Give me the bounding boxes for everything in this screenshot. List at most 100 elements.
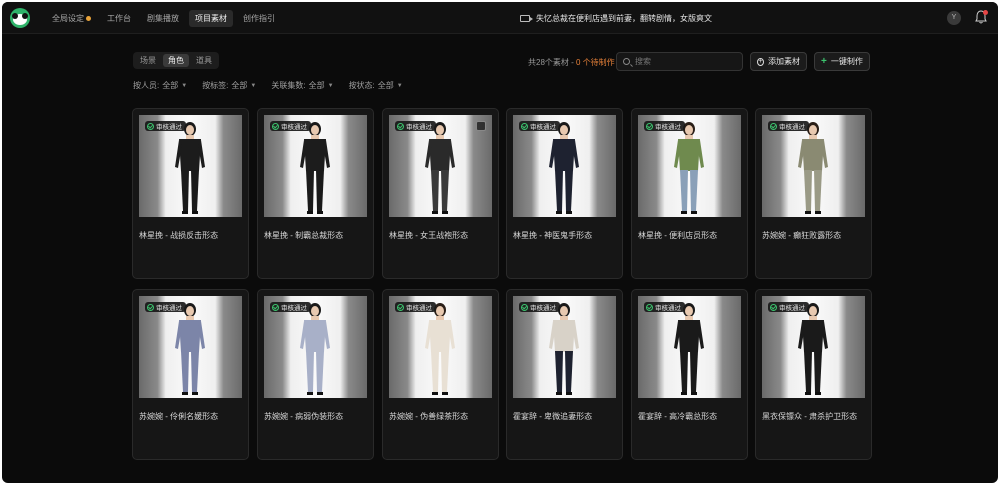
asset-card-title: 黑衣保镖众 - 肃杀护卫形态 xyxy=(762,412,858,421)
filter-person[interactable]: 按人员: 全部 ▼ xyxy=(133,80,187,91)
approved-badge-label: 审核通过 xyxy=(530,124,556,131)
approved-badge: 审核通过 xyxy=(270,302,311,312)
approved-badge: 审核通过 xyxy=(395,121,436,131)
asset-card-title: 苏婉婉 - 伪善绿茶形态 xyxy=(389,412,469,421)
tab-prop[interactable]: 道具 xyxy=(191,54,217,67)
asset-card[interactable]: 审核通过苏婉婉 - 伶俐名媛形态 xyxy=(132,289,249,460)
card-options-icon[interactable] xyxy=(476,121,486,131)
approved-badge: 审核通过 xyxy=(519,302,560,312)
approved-badge-label: 审核通过 xyxy=(156,124,182,131)
approved-badge-label: 审核通过 xyxy=(655,124,681,131)
asset-card[interactable]: 审核通过霍宴辞 - 高冷霸总形态 xyxy=(631,289,748,460)
notification-dot xyxy=(983,10,988,15)
approved-badge: 审核通过 xyxy=(644,121,685,131)
plus-circle-icon: + xyxy=(757,57,764,66)
asset-card-title: 林星挽 - 制霸总裁形态 xyxy=(264,231,344,240)
filter-bar: 按人员: 全部 ▼ 按标签: 全部 ▼ 关联集数: 全部 ▼ 按状态: 全部 ▼ xyxy=(133,80,403,91)
add-asset-button[interactable]: + 添加素材 xyxy=(750,52,807,71)
filter-episode[interactable]: 关联集数: 全部 ▼ xyxy=(271,80,333,91)
search-icon xyxy=(623,58,630,65)
approved-badge: 审核通过 xyxy=(768,121,809,131)
asset-card[interactable]: 审核通过霍宴辞 - 卑微追妻形态 xyxy=(506,289,623,460)
approved-badge-label: 审核通过 xyxy=(281,305,307,312)
app-logo-icon[interactable] xyxy=(10,8,30,28)
chevron-down-icon: ▼ xyxy=(250,82,257,89)
video-icon xyxy=(520,14,533,22)
asset-card-title: 林星挽 - 神医鬼手形态 xyxy=(513,231,593,240)
approved-badge: 审核通过 xyxy=(519,121,560,131)
character-thumbnail: 审核通过 xyxy=(513,115,616,217)
tab-character[interactable]: 角色 xyxy=(163,54,189,67)
tab-scene[interactable]: 场景 xyxy=(135,54,161,67)
approved-badge: 审核通过 xyxy=(395,302,436,312)
search-input[interactable] xyxy=(635,57,735,66)
one-click-make-button[interactable]: + 一键制作 xyxy=(814,52,870,71)
check-circle-icon xyxy=(272,303,279,311)
approved-badge-label: 审核通过 xyxy=(779,124,805,131)
asset-card-title: 霍宴辞 - 卑微追妻形态 xyxy=(513,412,593,421)
character-thumbnail: 审核通过 xyxy=(139,296,242,398)
chevron-down-icon: ▼ xyxy=(396,82,403,89)
character-thumbnail: 审核通过 xyxy=(762,296,865,398)
nav-item-workbench[interactable]: 工作台 xyxy=(101,10,137,27)
asset-card[interactable]: 审核通过林星挽 - 战损反击形态 xyxy=(132,108,249,279)
asset-card[interactable]: 审核通过林星挽 - 制霸总裁形态 xyxy=(257,108,374,279)
check-circle-icon xyxy=(147,303,154,311)
episode-title: 失忆总裁在便利店遇到前妻，翻转剧情，女版爽文 xyxy=(536,13,712,23)
nav-item-creation-guide[interactable]: 创作指引 xyxy=(237,10,281,27)
chevron-down-icon: ▼ xyxy=(327,82,334,89)
asset-card[interactable]: 审核通过黑衣保镖众 - 肃杀护卫形态 xyxy=(755,289,872,460)
approved-badge-label: 审核通过 xyxy=(156,305,182,312)
episode-title-area: 失忆总裁在便利店遇到前妻，翻转剧情，女版爽文 xyxy=(520,2,712,34)
approved-badge-label: 审核通过 xyxy=(406,305,432,312)
user-avatar[interactable]: Y xyxy=(947,11,961,25)
asset-card-title: 苏婉婉 - 癫狂败露形态 xyxy=(762,231,842,240)
asset-card-title: 林星挽 - 战损反击形态 xyxy=(139,231,219,240)
character-thumbnail: 审核通过 xyxy=(513,296,616,398)
asset-card-title: 苏婉婉 - 伶俐名媛形态 xyxy=(139,412,219,421)
check-circle-icon xyxy=(646,122,653,130)
asset-card[interactable]: 审核通过林星挽 - 神医鬼手形态 xyxy=(506,108,623,279)
approved-badge: 审核通过 xyxy=(644,302,685,312)
approved-badge: 审核通过 xyxy=(145,302,186,312)
approved-badge-label: 审核通过 xyxy=(281,124,307,131)
check-circle-icon xyxy=(521,122,528,130)
nav-item-global-settings[interactable]: 全局设定 xyxy=(46,10,97,27)
filter-status[interactable]: 按状态: 全部 ▼ xyxy=(349,80,403,91)
character-thumbnail: 审核通过 xyxy=(638,296,741,398)
search-box xyxy=(616,52,743,71)
character-thumbnail: 审核通过 xyxy=(762,115,865,217)
approved-badge-label: 审核通过 xyxy=(655,305,681,312)
asset-card[interactable]: 审核通过苏婉婉 - 伪善绿茶形态 xyxy=(382,289,499,460)
app-window: 全局设定 工作台 剧集播放 项目素材 创作指引 失忆总裁在便利店遇到前妻，翻转剧… xyxy=(2,2,998,483)
chevron-down-icon: ▼ xyxy=(181,82,188,89)
character-thumbnail: 审核通过 xyxy=(389,296,492,398)
approved-badge-label: 审核通过 xyxy=(406,124,432,131)
check-circle-icon xyxy=(147,122,154,130)
nav-item-project-assets[interactable]: 项目素材 xyxy=(189,9,233,27)
check-circle-icon xyxy=(521,303,528,311)
nav-item-episode-play[interactable]: 剧集播放 xyxy=(141,10,185,27)
asset-card[interactable]: 审核通过林星挽 - 女王战袍形态 xyxy=(382,108,499,279)
main-nav: 全局设定 工作台 剧集播放 项目素材 创作指引 xyxy=(46,2,281,34)
asset-card-title: 林星挽 - 女王战袍形态 xyxy=(389,231,469,240)
asset-card-title: 林星挽 - 便利店员形态 xyxy=(638,231,718,240)
character-thumbnail: 审核通过 xyxy=(264,115,367,217)
check-circle-icon xyxy=(272,122,279,130)
character-thumbnail: 审核通过 xyxy=(389,115,492,217)
asset-type-tabs: 场景 角色 道具 xyxy=(133,52,219,69)
check-circle-icon xyxy=(646,303,653,311)
asset-card[interactable]: 审核通过 苏婉婉 - 病弱伪装形态 xyxy=(257,289,374,460)
check-circle-icon xyxy=(397,122,404,130)
approved-badge-label: 审核通过 xyxy=(530,305,556,312)
asset-card[interactable]: 审核通过林星挽 - 便利店员形态 xyxy=(631,108,748,279)
approved-badge-label: 审核通过 xyxy=(779,305,805,312)
check-circle-icon xyxy=(397,303,404,311)
filter-tag[interactable]: 按标签: 全部 ▼ xyxy=(202,80,256,91)
check-circle-icon xyxy=(770,303,777,311)
asset-card[interactable]: 审核通过苏婉婉 - 癫狂败露形态 xyxy=(755,108,872,279)
check-circle-icon xyxy=(770,122,777,130)
plus-icon: + xyxy=(821,56,827,67)
approved-badge: 审核通过 xyxy=(145,121,186,131)
asset-card-title: 霍宴辞 - 高冷霸总形态 xyxy=(638,412,718,421)
